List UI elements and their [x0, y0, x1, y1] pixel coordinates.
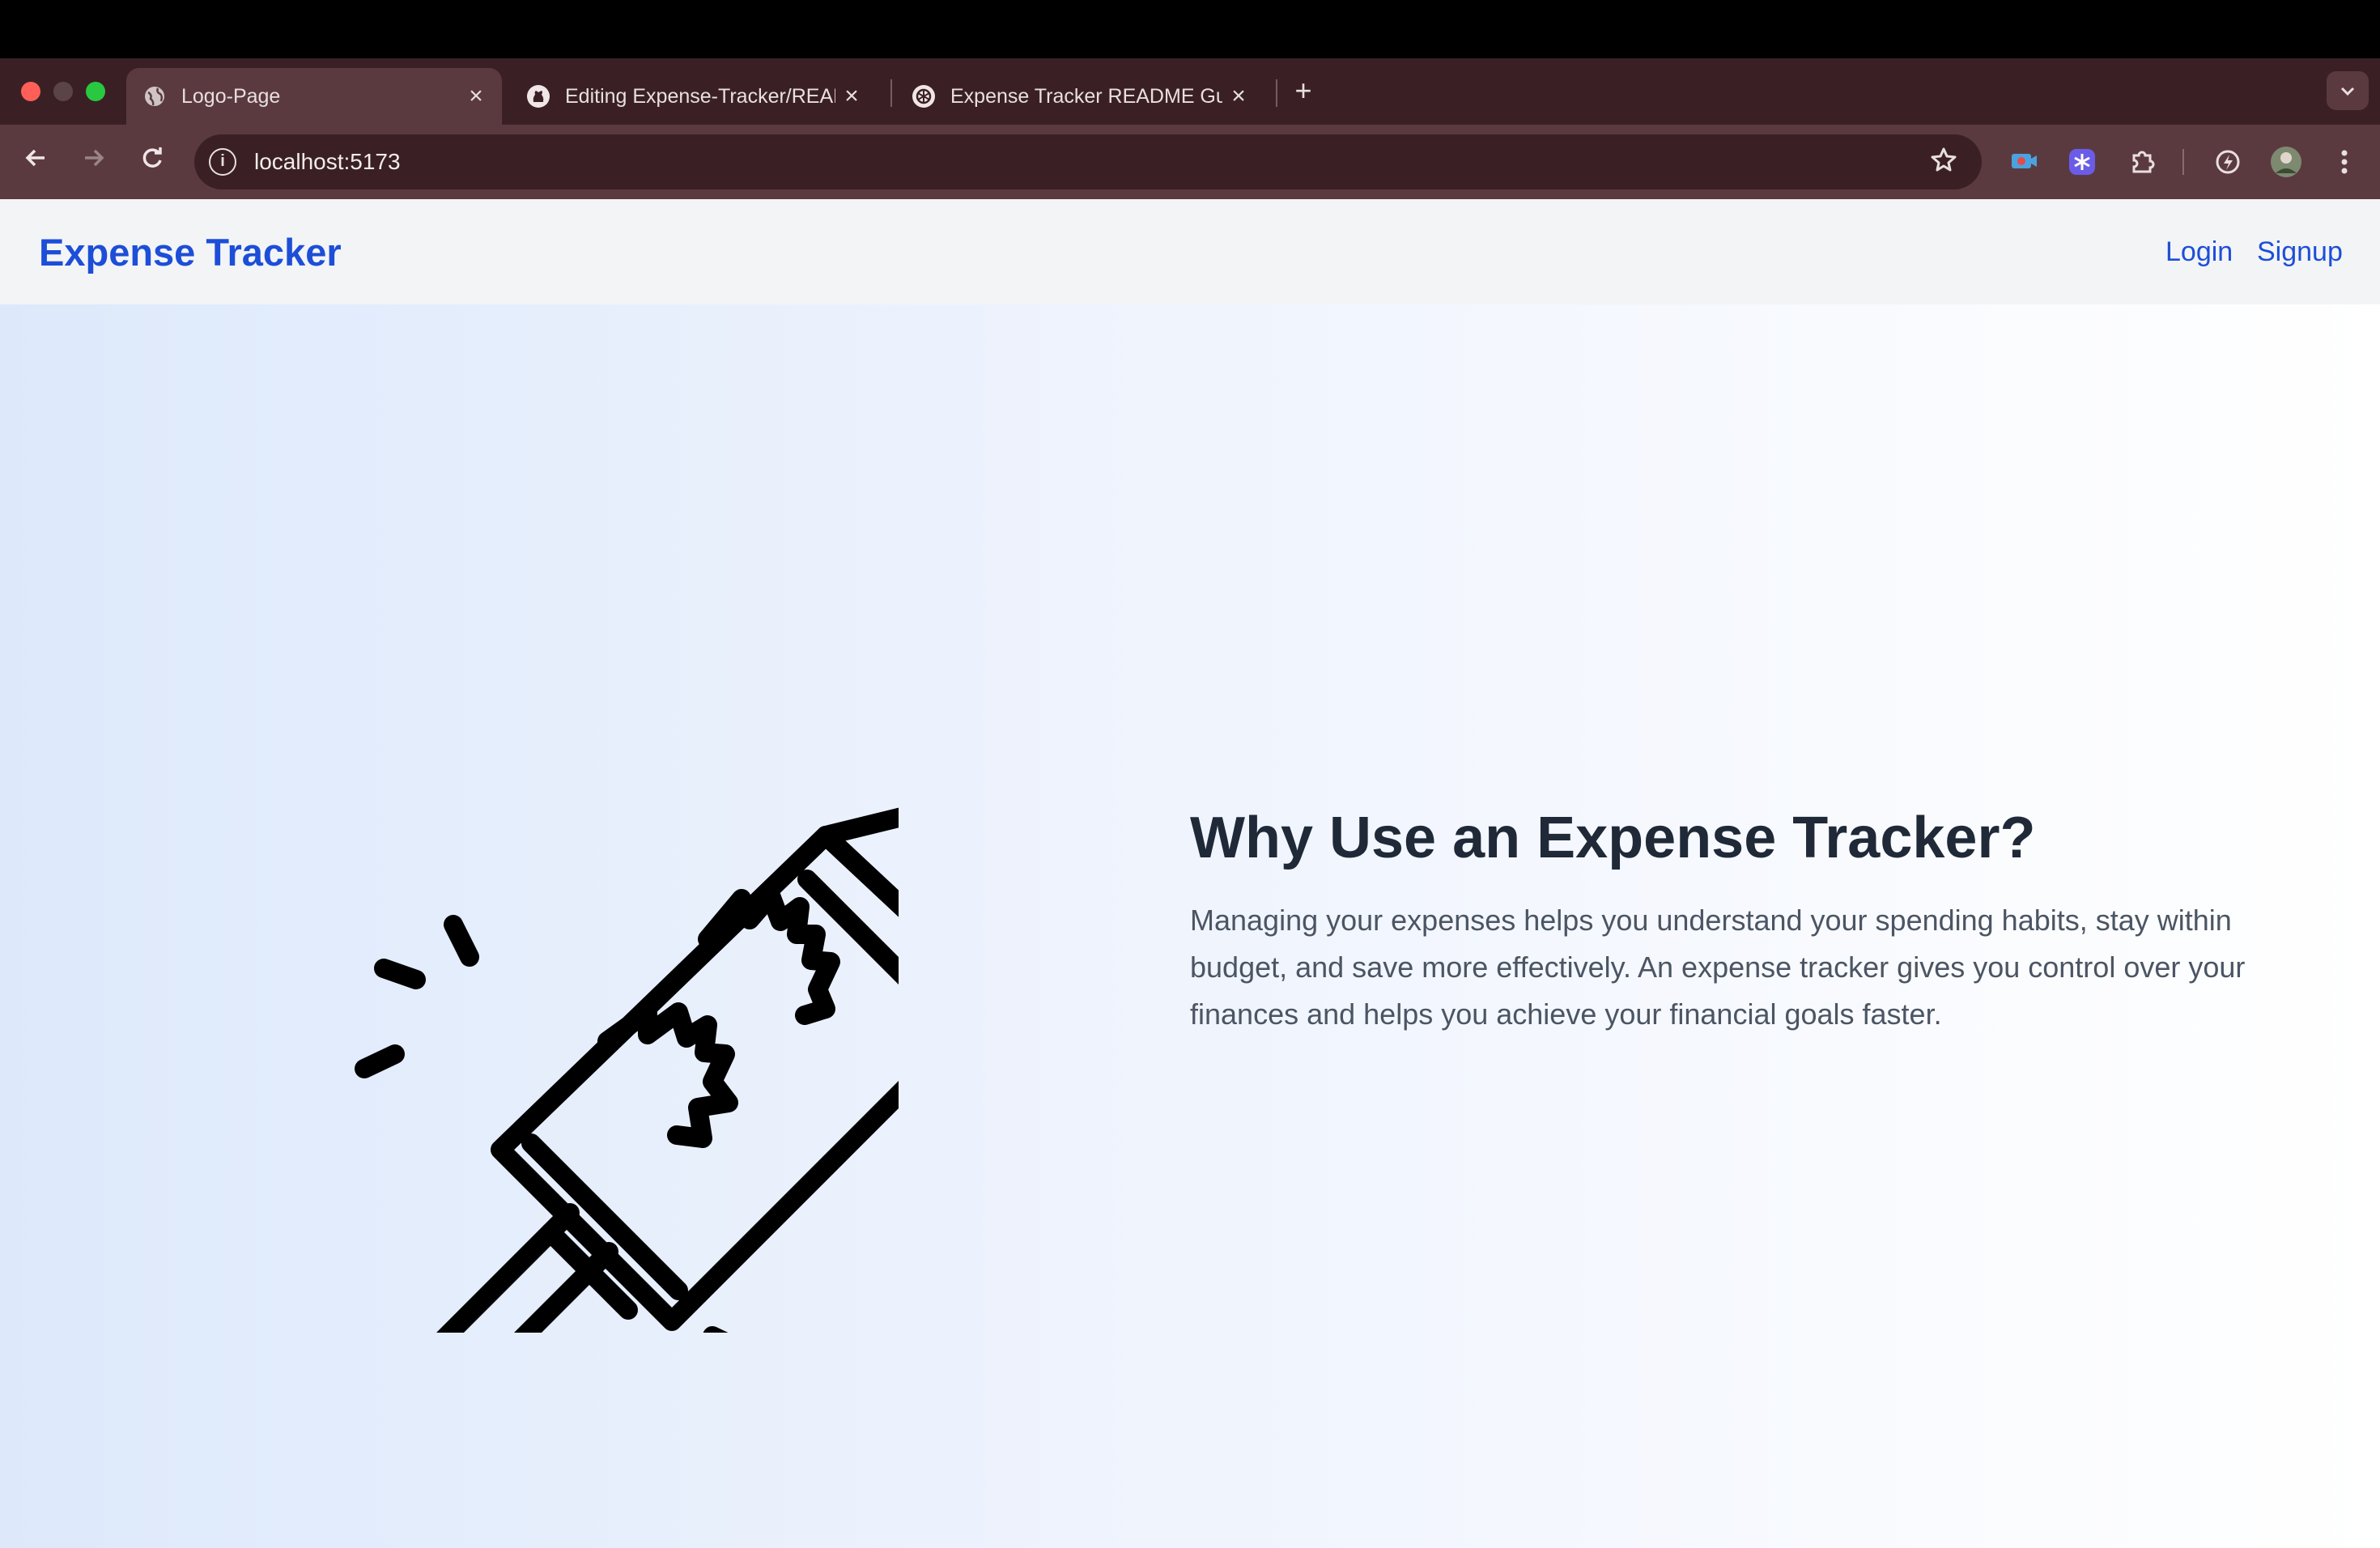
reload-button[interactable] — [134, 144, 170, 180]
app-navbar: Expense Tracker Login Signup — [0, 199, 2380, 304]
close-icon[interactable]: × — [1222, 83, 1255, 110]
hero-heading: Why Use an Expense Tracker? — [1190, 806, 2036, 870]
github-icon — [526, 84, 550, 108]
close-icon[interactable]: × — [460, 83, 492, 110]
tab-title: Expense Tracker README Guide — [950, 84, 1222, 108]
new-tab-button[interactable]: + — [1287, 74, 1320, 107]
forward-button[interactable] — [76, 144, 112, 180]
app-brand[interactable]: Expense Tracker — [39, 230, 342, 274]
tab-readme-guide[interactable]: Expense Tracker README Guide × — [895, 68, 1273, 125]
back-button[interactable] — [18, 144, 53, 180]
extensions-puzzle-icon[interactable] — [2126, 146, 2158, 178]
signup-link[interactable]: Signup — [2257, 236, 2343, 268]
minimize-window-button[interactable] — [53, 82, 73, 101]
snowflake-extension-icon[interactable] — [2066, 146, 2098, 178]
screen-record-extension-icon[interactable] — [2008, 146, 2040, 178]
maximize-window-button[interactable] — [86, 82, 105, 101]
toolbar-separator — [2182, 149, 2184, 175]
bookmark-star-icon[interactable] — [1930, 146, 1957, 181]
hero-paragraph: Managing your expenses helps you underst… — [1190, 904, 2246, 1031]
tab-title: Logo-Page — [181, 84, 281, 108]
openai-icon — [912, 84, 936, 108]
tab-title: Editing Expense-Tracker/README — [565, 84, 835, 108]
top-bar — [0, 0, 2380, 58]
close-window-button[interactable] — [21, 82, 40, 101]
globe-icon — [142, 84, 167, 108]
rocket-icon — [355, 807, 899, 1333]
web-page: Expense Tracker Login Signup Why Use an … — [0, 199, 2380, 1548]
site-info-icon[interactable]: i — [209, 148, 236, 176]
close-icon[interactable]: × — [835, 83, 868, 110]
tab-logo-page[interactable]: Logo-Page × — [126, 68, 502, 125]
login-link[interactable]: Login — [2165, 236, 2233, 268]
performance-icon[interactable] — [2212, 146, 2244, 178]
profile-avatar[interactable] — [2270, 146, 2302, 178]
tab-separator — [1276, 79, 1277, 107]
browser-menu-icon[interactable] — [2328, 146, 2361, 178]
tab-search-button[interactable] — [2327, 71, 2369, 110]
address-bar[interactable]: i localhost:5173 — [194, 134, 1982, 189]
tab-separator — [890, 79, 892, 107]
tab-editing-readme[interactable]: Editing Expense-Tracker/README × — [510, 68, 882, 125]
hero-section: Why Use an Expense Tracker? Managing you… — [0, 304, 2380, 1548]
url-text: localhost:5173 — [254, 149, 401, 174]
